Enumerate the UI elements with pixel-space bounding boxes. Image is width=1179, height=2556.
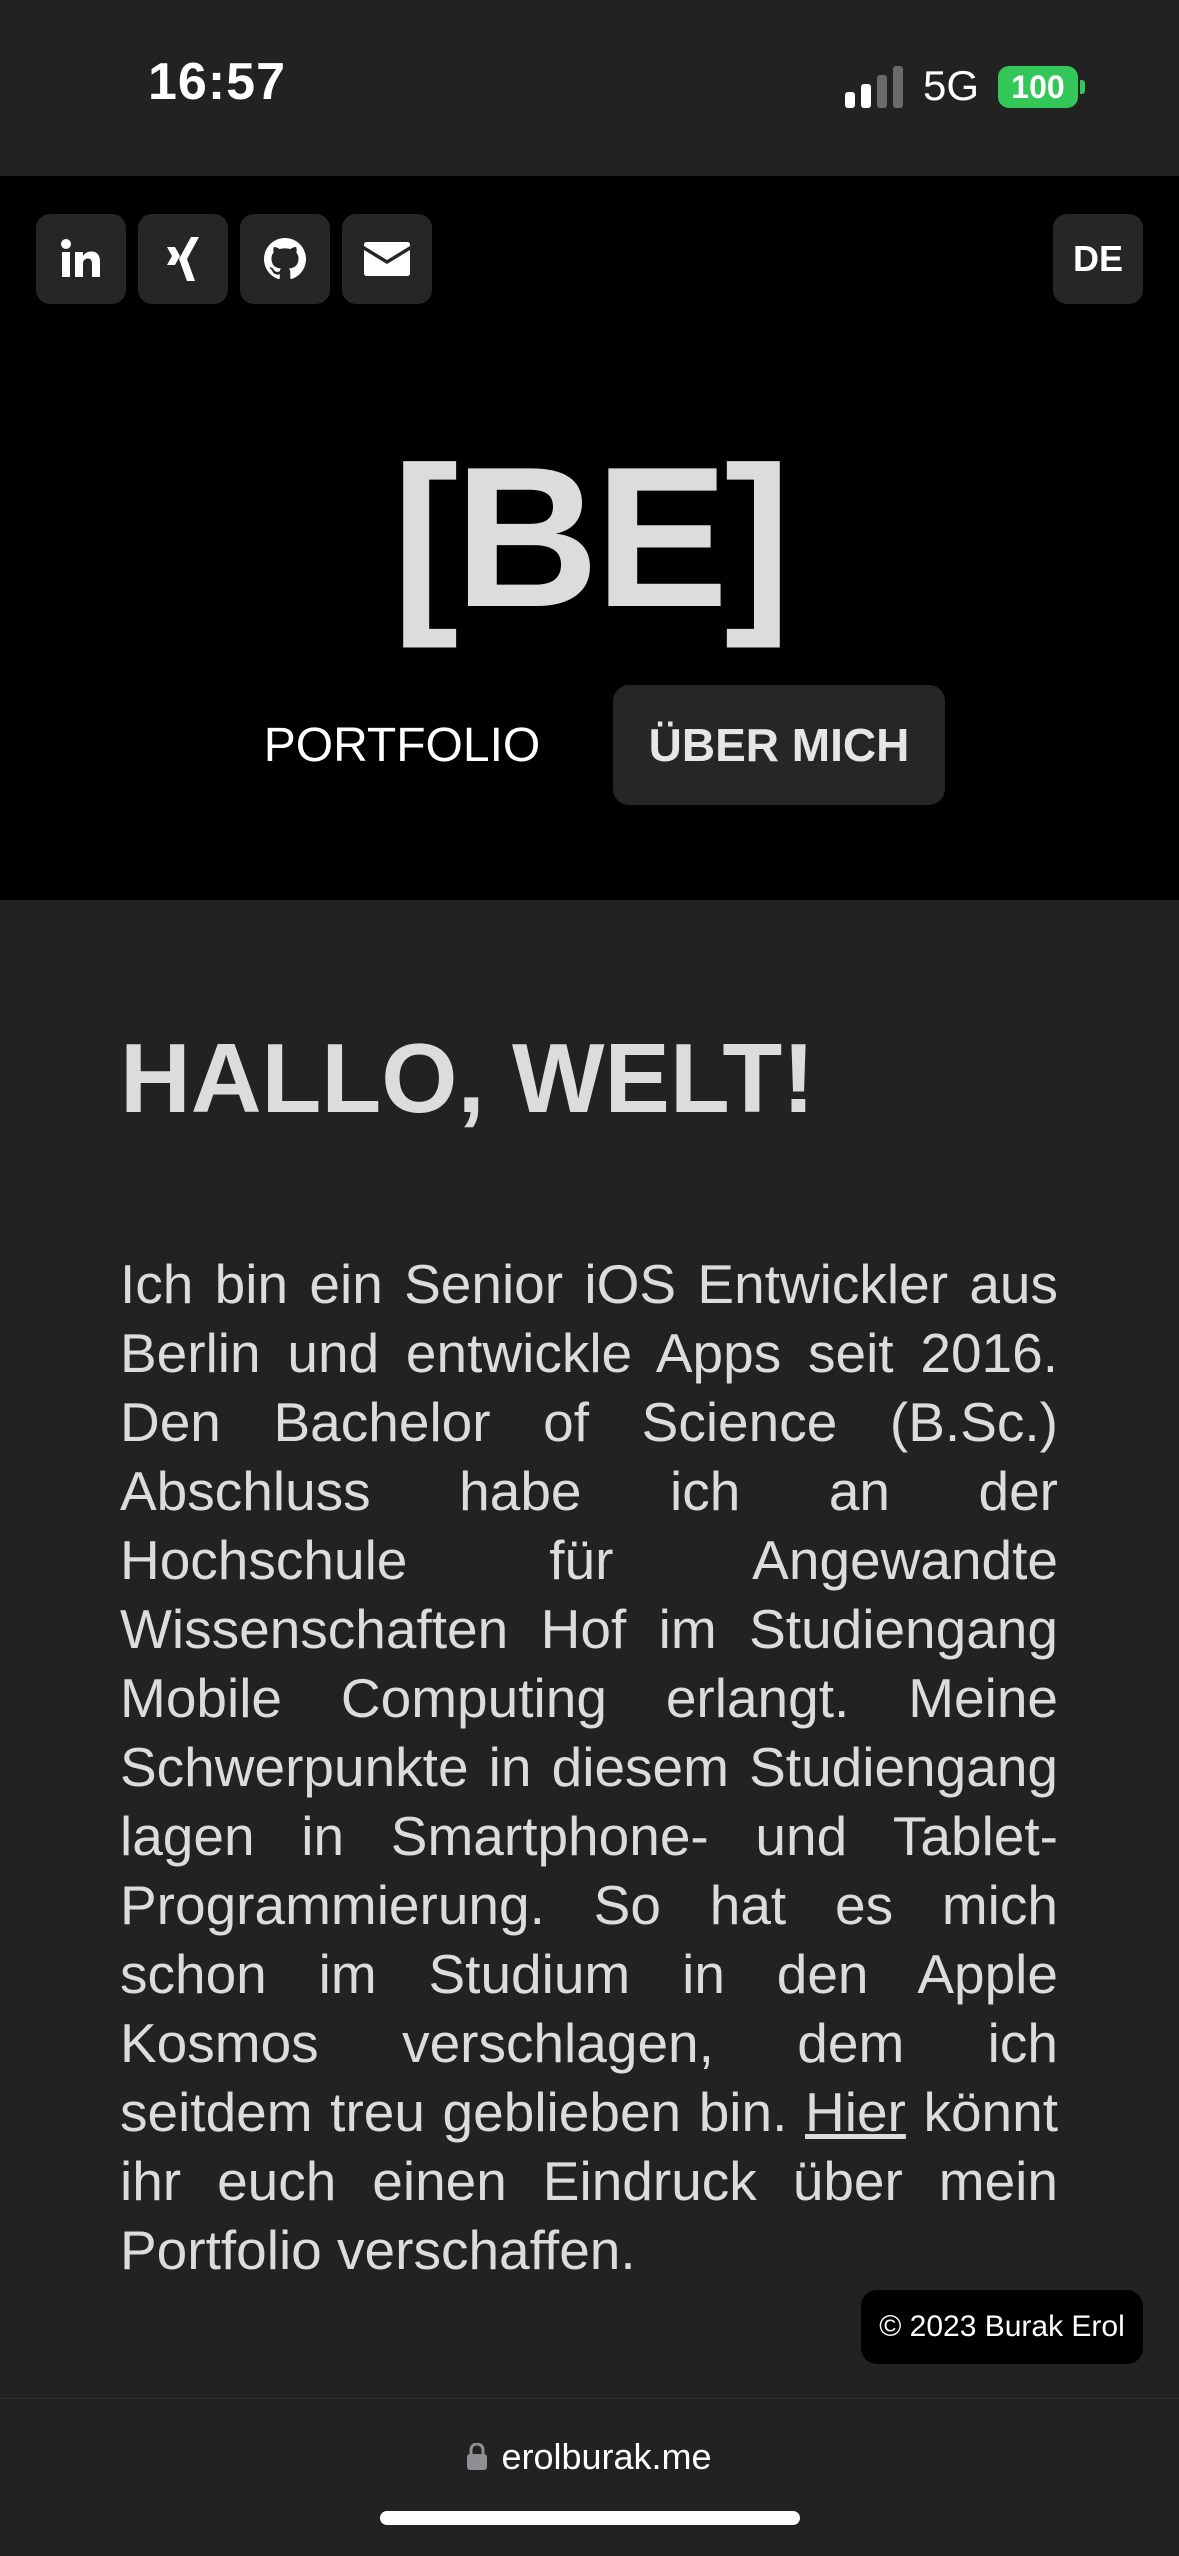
xing-icon xyxy=(167,237,199,281)
intro-text: Ich bin ein Senior iOS Entwickler aus Be… xyxy=(120,1253,1058,2143)
nav-portfolio-link[interactable]: PORTFOLIO xyxy=(230,686,574,804)
lock-icon xyxy=(467,2443,488,2470)
xing-button[interactable] xyxy=(138,214,228,304)
url-text: erolburak.me xyxy=(501,2436,712,2477)
linkedin-icon xyxy=(61,239,100,277)
battery-indicator: 100 xyxy=(998,66,1078,108)
intro-paragraph: Ich bin ein Senior iOS Entwickler aus Be… xyxy=(120,1250,1058,2285)
network-type: 5G xyxy=(923,62,980,109)
copyright-badge: © 2023 Burak Erol xyxy=(861,2290,1143,2364)
url-field[interactable]: erolburak.me xyxy=(0,2436,1179,2478)
github-icon xyxy=(264,238,306,280)
status-time: 16:57 xyxy=(148,53,286,111)
linkedin-button[interactable] xyxy=(36,214,126,304)
battery-nub xyxy=(1080,80,1085,94)
site-logo[interactable]: [BE] xyxy=(0,428,1179,648)
portfolio-link[interactable]: Hier xyxy=(805,2081,906,2143)
home-indicator[interactable] xyxy=(380,2511,800,2525)
envelope-icon xyxy=(364,242,410,276)
github-button[interactable] xyxy=(240,214,330,304)
nav-about-link[interactable]: ÜBER MICH xyxy=(613,685,945,805)
cellular-signal-icon xyxy=(845,66,903,108)
language-toggle-button[interactable]: DE xyxy=(1053,214,1143,304)
page-title: HALLO, WELT! xyxy=(120,1023,815,1133)
email-button[interactable] xyxy=(342,214,432,304)
